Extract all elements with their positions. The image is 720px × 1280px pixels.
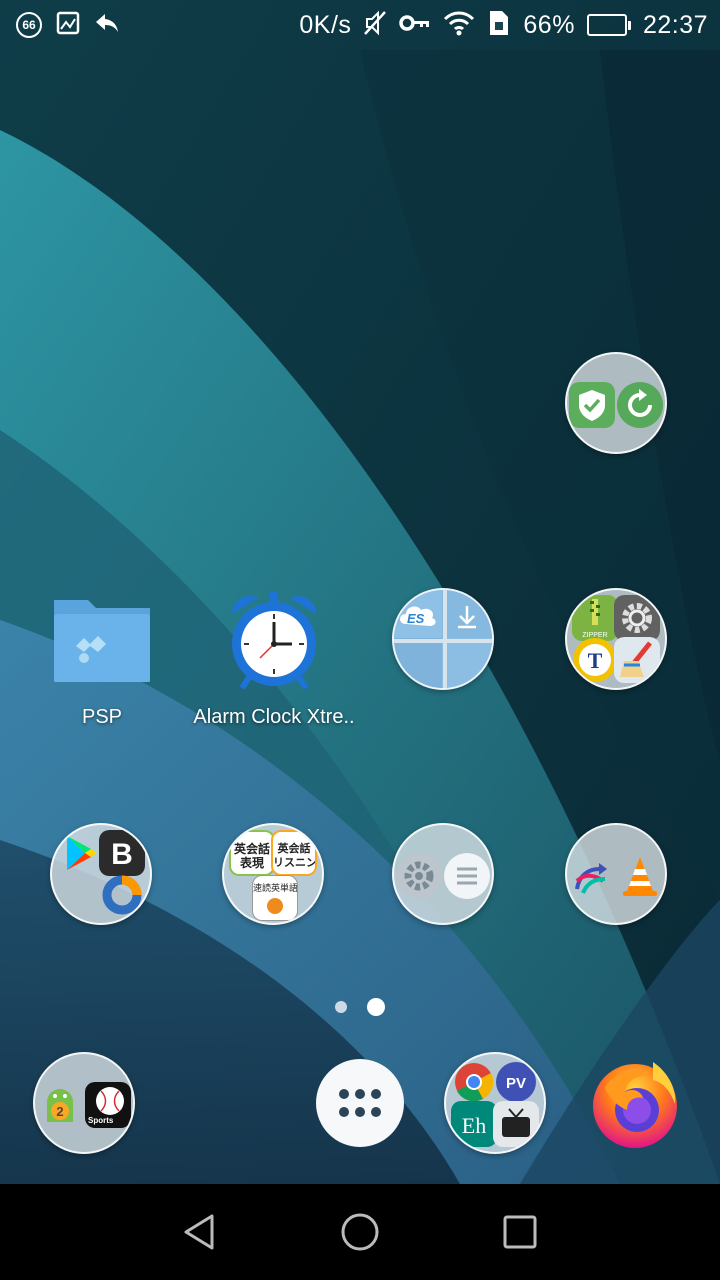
svg-text:2: 2 — [56, 1104, 63, 1119]
settings-gear-icon — [614, 595, 660, 641]
eh-icon: Eh — [451, 1101, 497, 1147]
android-badge-icon: 2 — [37, 1082, 83, 1128]
es-file-explorer-icon: ES — [394, 590, 446, 642]
recents-button[interactable] — [490, 1202, 550, 1262]
english-folder[interactable]: 英会話 表現 英会話 リスニン 速読英単語 — [189, 823, 359, 927]
svg-text:Eh: Eh — [462, 1113, 486, 1138]
svg-text:T: T — [588, 648, 603, 673]
sim-icon — [487, 9, 511, 42]
play-folder[interactable]: B — [17, 823, 187, 927]
psp-label: PSP — [81, 706, 123, 728]
mute-icon — [363, 10, 387, 41]
svg-text:B: B — [111, 838, 133, 871]
media-folder[interactable] — [532, 823, 702, 927]
google-play-icon — [57, 830, 103, 876]
zipper-icon: ZIPPER — [572, 595, 618, 641]
alarm-clock-label: Alarm Clock Xtre.. — [193, 706, 355, 728]
home-button[interactable] — [330, 1202, 390, 1262]
refresh-icon — [617, 382, 663, 428]
sports-baseball-icon: Sports — [85, 1082, 131, 1128]
download-icon — [442, 590, 492, 642]
cleaner-icon — [614, 637, 660, 683]
page-indicator — [0, 998, 720, 1016]
firefox-icon — [583, 1052, 687, 1156]
battery-percent: 66% — [523, 10, 575, 39]
wifi-icon — [443, 10, 475, 41]
tools-folder[interactable]: ZIPPER T — [532, 588, 702, 692]
app-firefox[interactable] — [550, 1052, 720, 1156]
clock-time: 22:37 — [642, 10, 708, 39]
shield-check-icon — [569, 382, 615, 428]
english-expression-icon: 英会話 表現 — [229, 830, 275, 876]
recents-icon — [503, 1215, 537, 1249]
navigation-bar — [0, 1184, 720, 1280]
files-folder[interactable]: ES — [359, 588, 529, 692]
back-icon — [184, 1214, 214, 1250]
settings-icon — [396, 853, 442, 899]
chrome-icon — [451, 1059, 497, 1105]
security-folder[interactable] — [532, 352, 702, 456]
share-arrows-icon — [569, 853, 615, 899]
pv-icon: PV — [493, 1059, 539, 1105]
speed-reading-icon: 速読英単語 — [252, 875, 298, 921]
games-folder[interactable]: 2 Sports — [0, 1052, 170, 1156]
net-speed: 0K/s — [299, 10, 352, 39]
tv-icon — [493, 1101, 539, 1147]
back-button[interactable] — [170, 1202, 230, 1262]
vlc-cone-icon — [617, 853, 663, 899]
settings-folder[interactable] — [359, 823, 529, 927]
app-alarm-clock[interactable]: Alarm Clock Xtre.. — [189, 588, 359, 729]
menu-lines-icon — [444, 853, 490, 899]
gallery-icon — [56, 11, 80, 40]
home-icon — [341, 1213, 379, 1251]
alarm-clock-icon — [222, 588, 326, 692]
b-app-icon: B — [99, 830, 145, 876]
app-psp[interactable]: PSP — [17, 588, 187, 729]
reply-icon — [94, 12, 120, 39]
battery-icon — [586, 14, 631, 36]
svg-text:PV: PV — [506, 1075, 526, 1092]
donut-chart-icon — [99, 872, 145, 918]
english-listening-icon: 英会話 リスニン — [271, 830, 317, 876]
app-drawer-icon — [315, 1058, 405, 1148]
svg-text:ES: ES — [407, 611, 425, 626]
folder-psp-icon — [50, 588, 154, 692]
titanium-icon: T — [572, 637, 618, 683]
page-dot-1[interactable] — [335, 1001, 347, 1013]
vpn-key-icon — [399, 13, 431, 38]
page-dot-2[interactable] — [367, 998, 385, 1016]
notification-badge-icon: 66 — [16, 12, 42, 38]
status-bar: 66 0K/s 66% 22:37 — [0, 0, 720, 50]
